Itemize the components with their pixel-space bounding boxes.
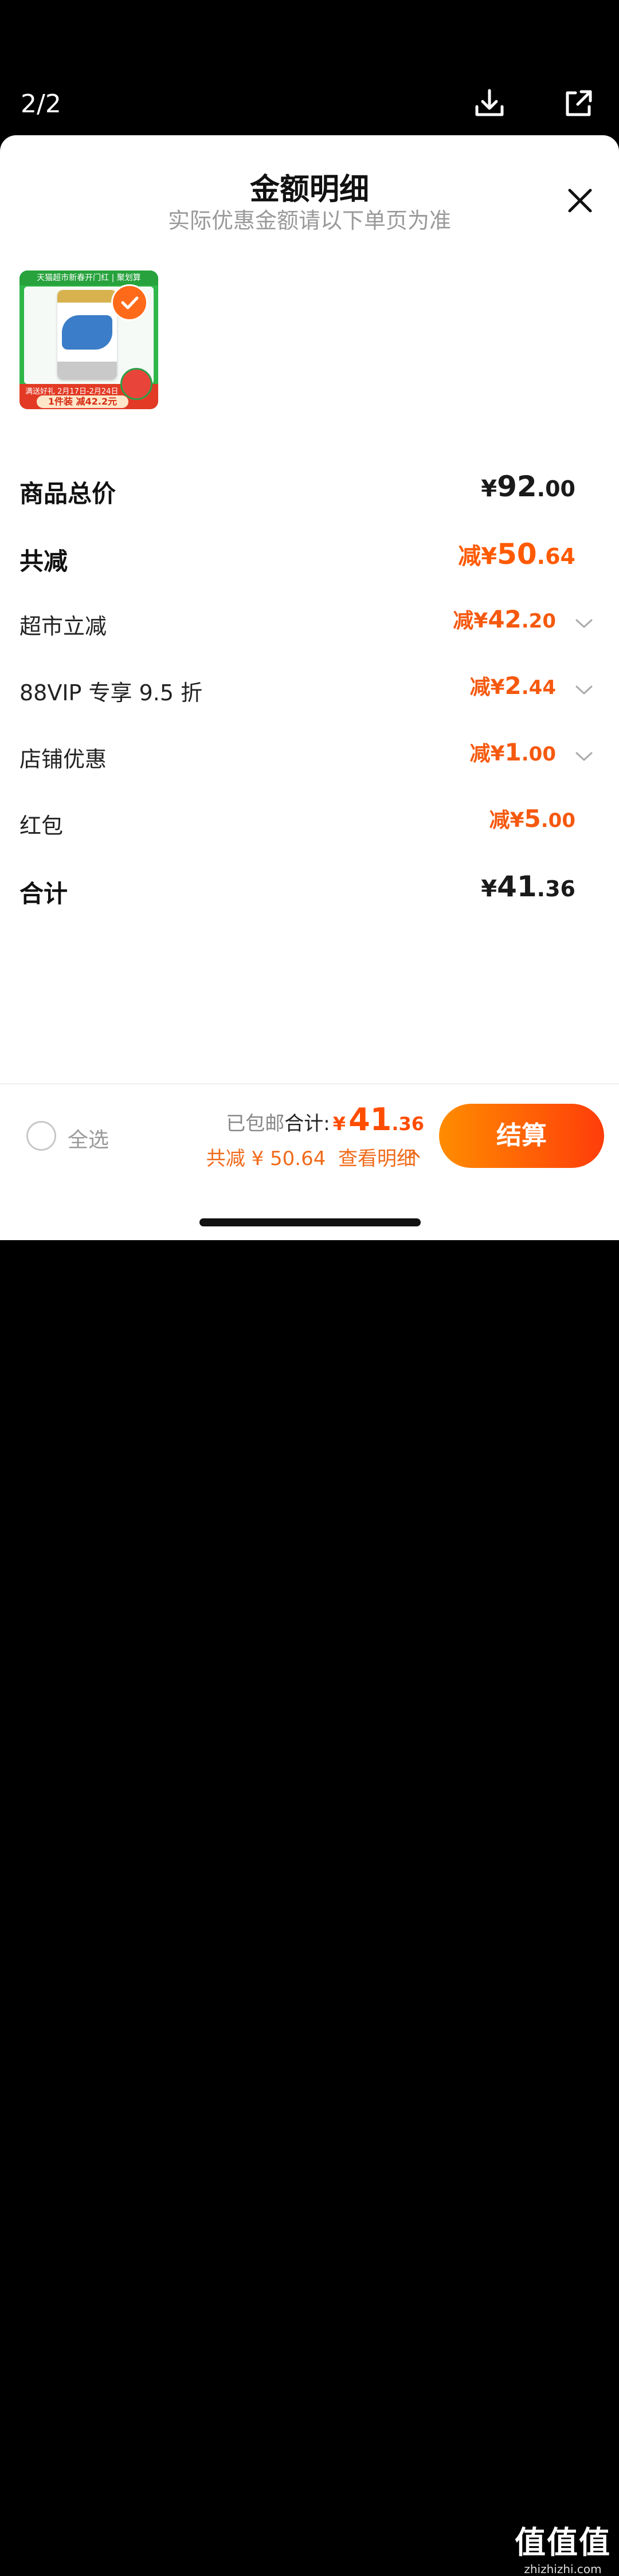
product-promo-text: 满送好礼 2月17日-2月24日 <box>25 387 119 396</box>
chevron-down-icon[interactable] <box>574 618 594 629</box>
currency-symbol: ¥ <box>481 476 497 502</box>
share-icon[interactable] <box>561 85 597 121</box>
currency-symbol: ¥ <box>510 809 524 832</box>
total-amount-main: 41 <box>348 1101 392 1138</box>
breakdown-label: 88VIP 专享 9.5 折 <box>19 680 203 705</box>
amount-main: 1 <box>504 738 522 766</box>
breakdown-row: 红包 减¥5.00 <box>19 800 600 846</box>
watermark: 值值值 zhizhizhi.com <box>515 2517 611 2576</box>
bottom-bar: 值值值 zhizhizhi.com <box>0 1240 619 2576</box>
amount-decimal: .00 <box>521 743 556 766</box>
currency-symbol: ¥ <box>481 876 497 902</box>
amount-main: 92 <box>497 470 537 503</box>
discount-prefix: 减 <box>458 543 481 570</box>
amount-detail-sheet: 金额明细 实际优惠金额请以下单页为准 天猫超市新春开门红 | 聚划算 满送好礼 … <box>0 135 619 1240</box>
breakdown-row[interactable]: 88VIP 专享 9.5 折 减¥2.44 <box>19 667 600 713</box>
amount-decimal: .00 <box>536 476 575 501</box>
breakdown-amount: 减¥5.00 <box>489 803 575 833</box>
breakdown-amount: 减¥2.44 <box>469 671 556 700</box>
sheet-subtitle: 实际优惠金额请以下单页为准 <box>167 208 451 233</box>
milk-can-label <box>62 315 112 350</box>
breakdown-label: 超市立减 <box>19 614 107 639</box>
breakdown-row: 商品总价 ¥92.00 <box>19 466 600 512</box>
amount-decimal: .64 <box>536 544 575 569</box>
free-shipping-label: 已包邮 <box>226 1112 285 1135</box>
breakdown-row: 合计 ¥41.36 <box>19 866 600 912</box>
chevron-up-icon[interactable] <box>407 1150 421 1159</box>
saved-amount-text: 共减 ¥ 50.64 <box>206 1147 326 1170</box>
chevron-down-icon[interactable] <box>574 684 594 696</box>
breakdown-amount: ¥41.36 <box>481 870 575 903</box>
close-icon[interactable] <box>564 185 596 217</box>
currency-symbol: ¥ <box>490 742 505 766</box>
amount-decimal: .00 <box>540 809 575 832</box>
top-bar: 2/2 <box>0 0 619 138</box>
selected-check-icon[interactable] <box>111 284 148 321</box>
amount-decimal: .36 <box>536 876 575 901</box>
breakdown-label: 商品总价 <box>19 480 116 508</box>
home-indicator[interactable] <box>199 1218 421 1226</box>
amount-main: 41 <box>497 870 537 903</box>
checkout-button[interactable]: 结算 <box>439 1104 604 1168</box>
amount-decimal: .44 <box>521 676 556 699</box>
discount-prefix: 减 <box>469 742 491 766</box>
amount-decimal: .20 <box>521 610 556 633</box>
breakdown-amount: 减¥42.20 <box>453 604 556 634</box>
currency-symbol: ¥ <box>473 609 488 633</box>
sheet-title: 金额明细 <box>249 172 369 207</box>
breakdown-label: 红包 <box>19 813 64 838</box>
breakdown-label: 店铺优惠 <box>19 747 107 772</box>
breakdown-amount: 减¥1.00 <box>469 737 556 767</box>
view-detail-label: 查看明细 <box>338 1147 416 1170</box>
page-indicator: 2/2 <box>21 89 61 119</box>
breakdown-label: 合计 <box>19 880 68 908</box>
breakdown-row[interactable]: 店铺优惠 减¥1.00 <box>19 734 600 779</box>
total-summary: 已包邮合计: ¥ 41.36 <box>226 1101 424 1138</box>
discount-prefix: 减 <box>453 609 474 633</box>
watermark-logo: 值值值 <box>515 2524 611 2561</box>
amount-main: 5 <box>524 805 541 833</box>
mascot-icon <box>120 368 152 400</box>
breakdown-label: 共减 <box>19 547 68 575</box>
total-yen: ¥ <box>332 1113 346 1135</box>
total-amount-decimal: .36 <box>391 1113 424 1135</box>
breakdown-amount: ¥92.00 <box>481 470 575 503</box>
view-detail-toggle[interactable]: 共减 ¥ 50.64 查看明细 <box>206 1143 416 1171</box>
watermark-url: zhizhizhi.com <box>524 2562 602 2576</box>
product-discount-badge: 1件装 减42.2元 <box>37 395 128 408</box>
breakdown-row: 共减 减¥50.64 <box>19 534 600 580</box>
select-all-label[interactable]: 全选 <box>68 1123 109 1153</box>
amount-main: 2 <box>504 672 522 700</box>
product-thumbnail[interactable]: 天猫超市新春开门红 | 聚划算 满送好礼 2月17日-2月24日 1件装 减42… <box>19 270 158 409</box>
amount-main: 50 <box>497 538 537 571</box>
discount-prefix: 减 <box>489 809 510 832</box>
select-all-radio[interactable] <box>26 1121 56 1151</box>
currency-symbol: ¥ <box>490 676 505 699</box>
footer-divider <box>0 1083 619 1084</box>
amount-main: 42 <box>488 605 522 633</box>
download-icon[interactable] <box>471 85 508 121</box>
breakdown-amount: 减¥50.64 <box>458 538 575 571</box>
discount-prefix: 减 <box>469 676 491 699</box>
breakdown-row[interactable]: 超市立减 减¥42.20 <box>19 601 600 646</box>
product-banner: 天猫超市新春开门红 | 聚划算 <box>19 270 158 285</box>
chevron-down-icon[interactable] <box>574 751 594 762</box>
total-label: 合计: <box>284 1112 330 1135</box>
currency-symbol: ¥ <box>481 543 497 570</box>
